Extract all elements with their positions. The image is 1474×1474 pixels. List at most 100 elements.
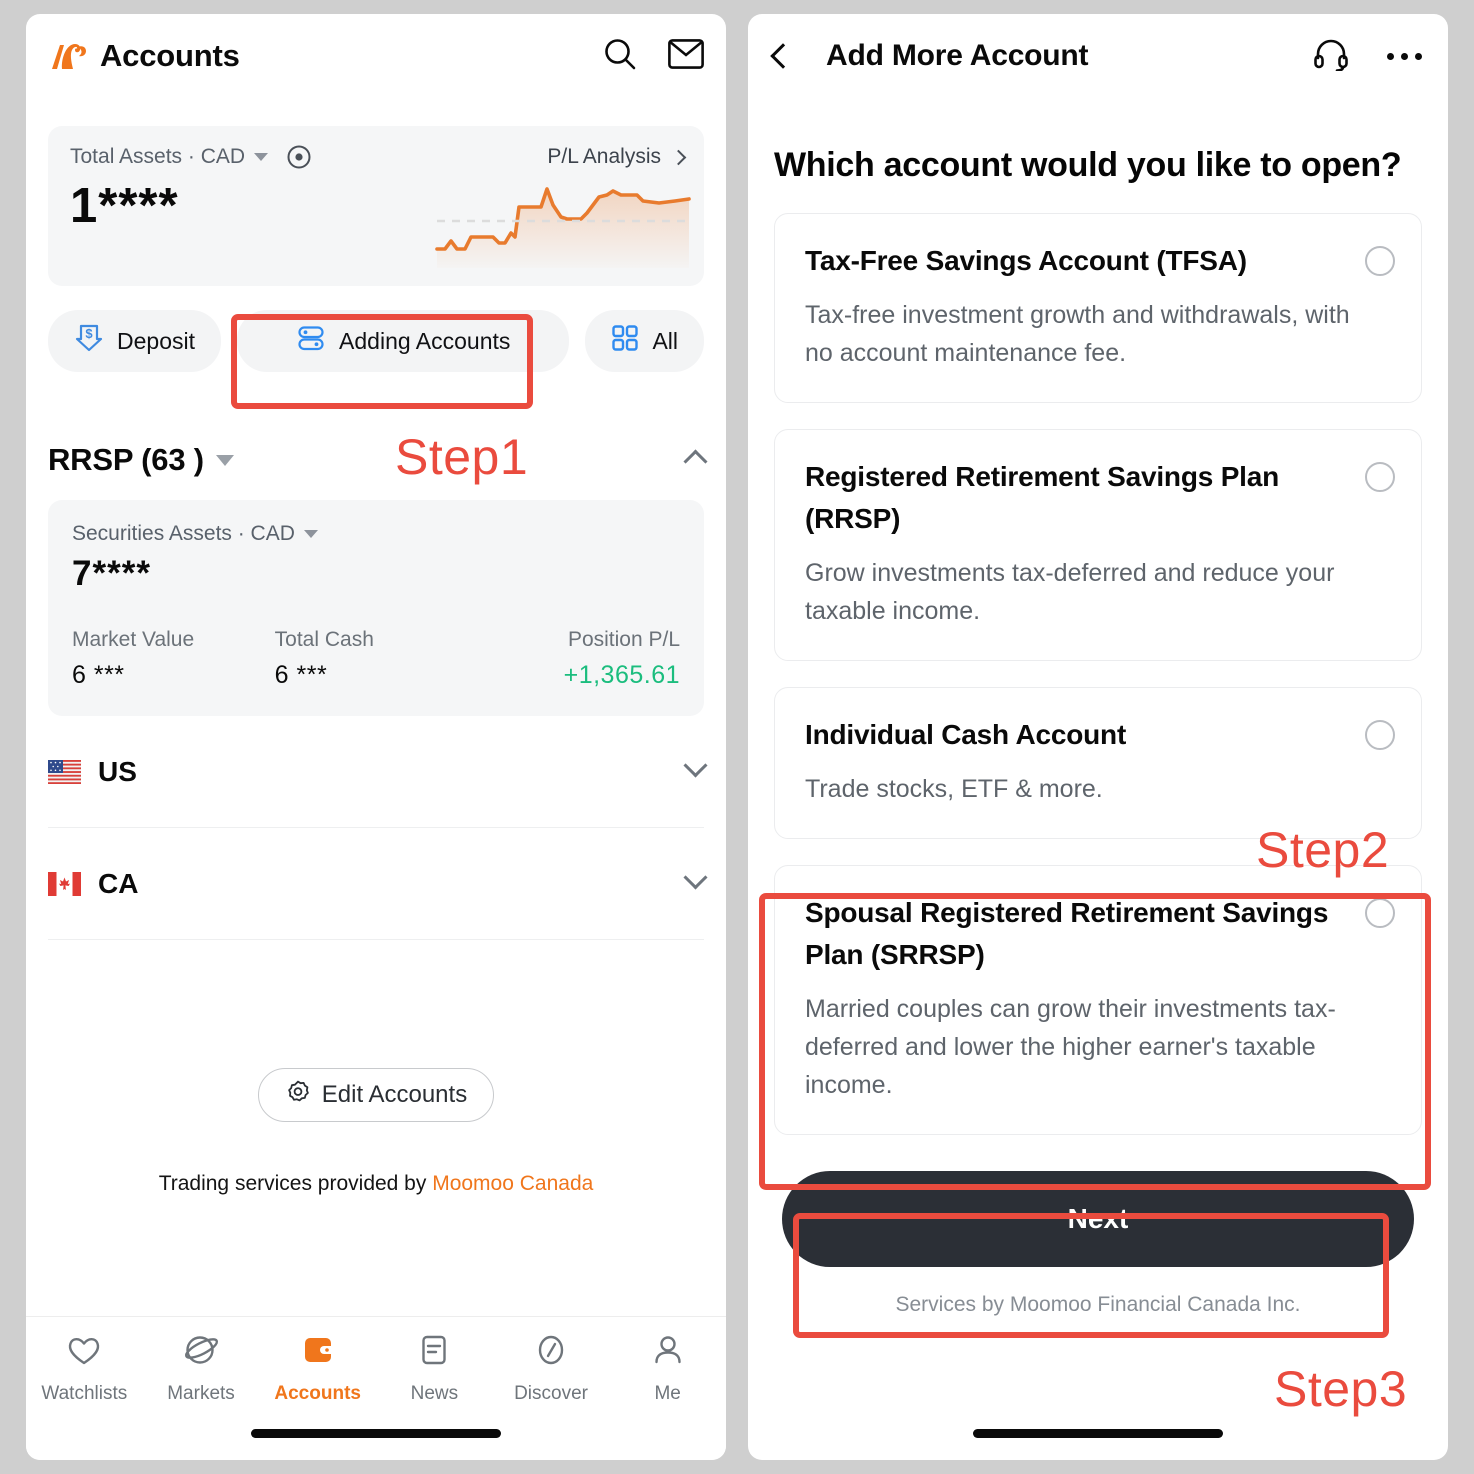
country-name: US	[98, 755, 137, 787]
tab-news[interactable]: News	[376, 1331, 493, 1405]
option-header: Individual Cash Account	[805, 714, 1395, 756]
account-option-rrsp[interactable]: Registered Retirement Savings Plan (RRSP…	[774, 429, 1422, 661]
adding-accounts-label: Adding Accounts	[339, 327, 511, 354]
search-icon[interactable]	[602, 36, 638, 77]
securities-assets-card: Securities Assets · CAD 7**** Market Val…	[48, 500, 704, 716]
person-icon	[649, 1331, 687, 1374]
all-button[interactable]: All	[585, 310, 704, 372]
deposit-label: Deposit	[117, 327, 195, 354]
tab-discover[interactable]: Discover	[493, 1331, 610, 1405]
chevron-down-icon[interactable]	[254, 153, 269, 161]
page-title: Accounts	[100, 38, 240, 73]
all-label: All	[652, 327, 678, 354]
step3-label: Step3	[1274, 1361, 1408, 1417]
screenshot-stage: Accounts Total Assets · CAD P/L Analysis…	[0, 0, 1474, 1474]
option-header: Registered Retirement Savings Plan (RRSP…	[805, 456, 1395, 540]
stat-market-value: Market Value 6 ***	[72, 628, 275, 690]
edit-accounts-button[interactable]: Edit Accounts	[257, 1068, 495, 1122]
ca-flag-icon	[48, 871, 81, 896]
radio-unselected-icon[interactable]	[1365, 462, 1395, 492]
stacked-accounts-icon	[296, 323, 326, 359]
mail-icon[interactable]	[668, 38, 704, 74]
option-title: Individual Cash Account	[805, 719, 1127, 750]
chevron-left-icon[interactable]	[770, 43, 796, 69]
expand-ca-button[interactable]	[683, 864, 708, 899]
next-button[interactable]: Next	[782, 1171, 1414, 1267]
tab-label: Discover	[514, 1383, 588, 1404]
total-assets-label: Total Assets · CAD	[70, 145, 246, 168]
stat-label: Market Value	[72, 628, 195, 651]
account-option-tfsa[interactable]: Tax-Free Savings Account (TFSA) Tax-free…	[774, 213, 1422, 403]
securities-assets-value: 7****	[72, 554, 151, 593]
moomoo-bull-logo-icon	[48, 39, 88, 73]
accounts-screen: Accounts Total Assets · CAD P/L Analysis…	[26, 14, 726, 1460]
tab-watchlists[interactable]: Watchlists	[26, 1331, 143, 1405]
option-description: Tax-free investment growth and withdrawa…	[805, 301, 1350, 367]
radio-unselected-icon[interactable]	[1365, 898, 1395, 928]
step2-label: Step2	[1256, 822, 1390, 878]
collapse-group-button[interactable]	[683, 445, 708, 475]
footnote-brand-link[interactable]: Moomoo Canada	[432, 1172, 593, 1195]
deposit-button[interactable]: $ Deposit	[48, 310, 221, 372]
bottom-tabbar: Watchlists Markets Accounts News Discove…	[26, 1316, 726, 1460]
stat-position-pl: Position P/L +1,365.61	[477, 628, 680, 690]
option-description: Grow investments tax-deferred and reduce…	[805, 559, 1335, 625]
option-title: Registered Retirement Savings Plan (RRSP…	[805, 461, 1280, 534]
account-option-srrsp[interactable]: Spousal Registered Retirement Savings Pl…	[774, 865, 1422, 1135]
option-title: Tax-Free Savings Account (TFSA)	[805, 245, 1247, 276]
add-more-account-screen: Add More Account Which account would you…	[748, 14, 1448, 1460]
stat-label: Position P/L	[567, 628, 681, 651]
page-title: Add More Account	[826, 39, 1089, 72]
option-description: Married couples can grow their investmen…	[805, 995, 1336, 1099]
planet-icon	[182, 1331, 220, 1374]
total-assets-card: Total Assets · CAD P/L Analysis 1****	[48, 126, 704, 286]
more-horizontal-icon[interactable]	[1387, 52, 1422, 60]
stat-total-cash: Total Cash 6 ***	[275, 628, 478, 690]
adding-accounts-button[interactable]: Adding Accounts	[236, 310, 570, 372]
heart-icon	[65, 1331, 103, 1374]
radio-unselected-icon[interactable]	[1365, 720, 1395, 750]
headset-icon[interactable]	[1313, 37, 1349, 76]
option-description: Trade stocks, ETF & more.	[805, 775, 1103, 803]
grid-icon	[611, 324, 639, 358]
country-row-us[interactable]: US	[48, 716, 708, 828]
wallet-icon	[299, 1331, 337, 1374]
rrsp-group-header[interactable]: RRSP (63 )	[48, 442, 708, 478]
account-options-list: Tax-Free Savings Account (TFSA) Tax-free…	[774, 213, 1422, 1135]
news-icon	[415, 1331, 453, 1374]
sparkline-chart-icon	[431, 163, 696, 268]
footnote-prefix: Trading services provided by	[158, 1172, 433, 1195]
expand-us-button[interactable]	[683, 752, 708, 787]
tab-markets[interactable]: Markets	[143, 1331, 260, 1405]
account-option-individual-cash[interactable]: Individual Cash Account Trade stocks, ET…	[774, 687, 1422, 839]
chevron-up-icon	[683, 449, 708, 474]
eye-icon[interactable]	[286, 144, 312, 170]
tab-accounts[interactable]: Accounts	[259, 1331, 376, 1405]
option-header: Tax-Free Savings Account (TFSA)	[805, 240, 1395, 282]
tab-me[interactable]: Me	[609, 1331, 726, 1405]
tab-label: Me	[654, 1383, 681, 1404]
add-account-header: Add More Account	[748, 14, 1448, 98]
tab-label: Markets	[167, 1383, 235, 1404]
next-button-wrap: Next Services by Moomoo Financial Canada…	[782, 1171, 1414, 1317]
stat-value: 6 ***	[72, 661, 125, 689]
chevron-down-icon[interactable]	[303, 530, 318, 538]
securities-top-row: Securities Assets · CAD	[72, 522, 680, 546]
trading-services-footnote: Trading services provided by Moomoo Cana…	[26, 1172, 726, 1196]
country-row-ca[interactable]: CA	[48, 828, 708, 940]
home-indicator	[251, 1429, 501, 1438]
deposit-arrow-icon: $	[74, 323, 104, 359]
radio-unselected-icon[interactable]	[1365, 246, 1395, 276]
question-heading: Which account would you like to open?	[774, 146, 1402, 184]
option-header: Spousal Registered Retirement Savings Pl…	[805, 892, 1395, 976]
chevron-down-icon[interactable]	[215, 454, 234, 466]
step1-label: Step1	[395, 429, 529, 485]
chevron-down-icon	[683, 752, 708, 778]
option-title: Spousal Registered Retirement Savings Pl…	[805, 897, 1329, 970]
securities-assets-label: Securities Assets · CAD	[72, 522, 295, 545]
tab-label: Watchlists	[41, 1383, 128, 1404]
services-note: Services by Moomoo Financial Canada Inc.	[895, 1293, 1301, 1316]
home-indicator	[973, 1429, 1223, 1438]
edit-accounts-row: Edit Accounts	[26, 1068, 726, 1122]
tab-label: Accounts	[274, 1383, 361, 1404]
